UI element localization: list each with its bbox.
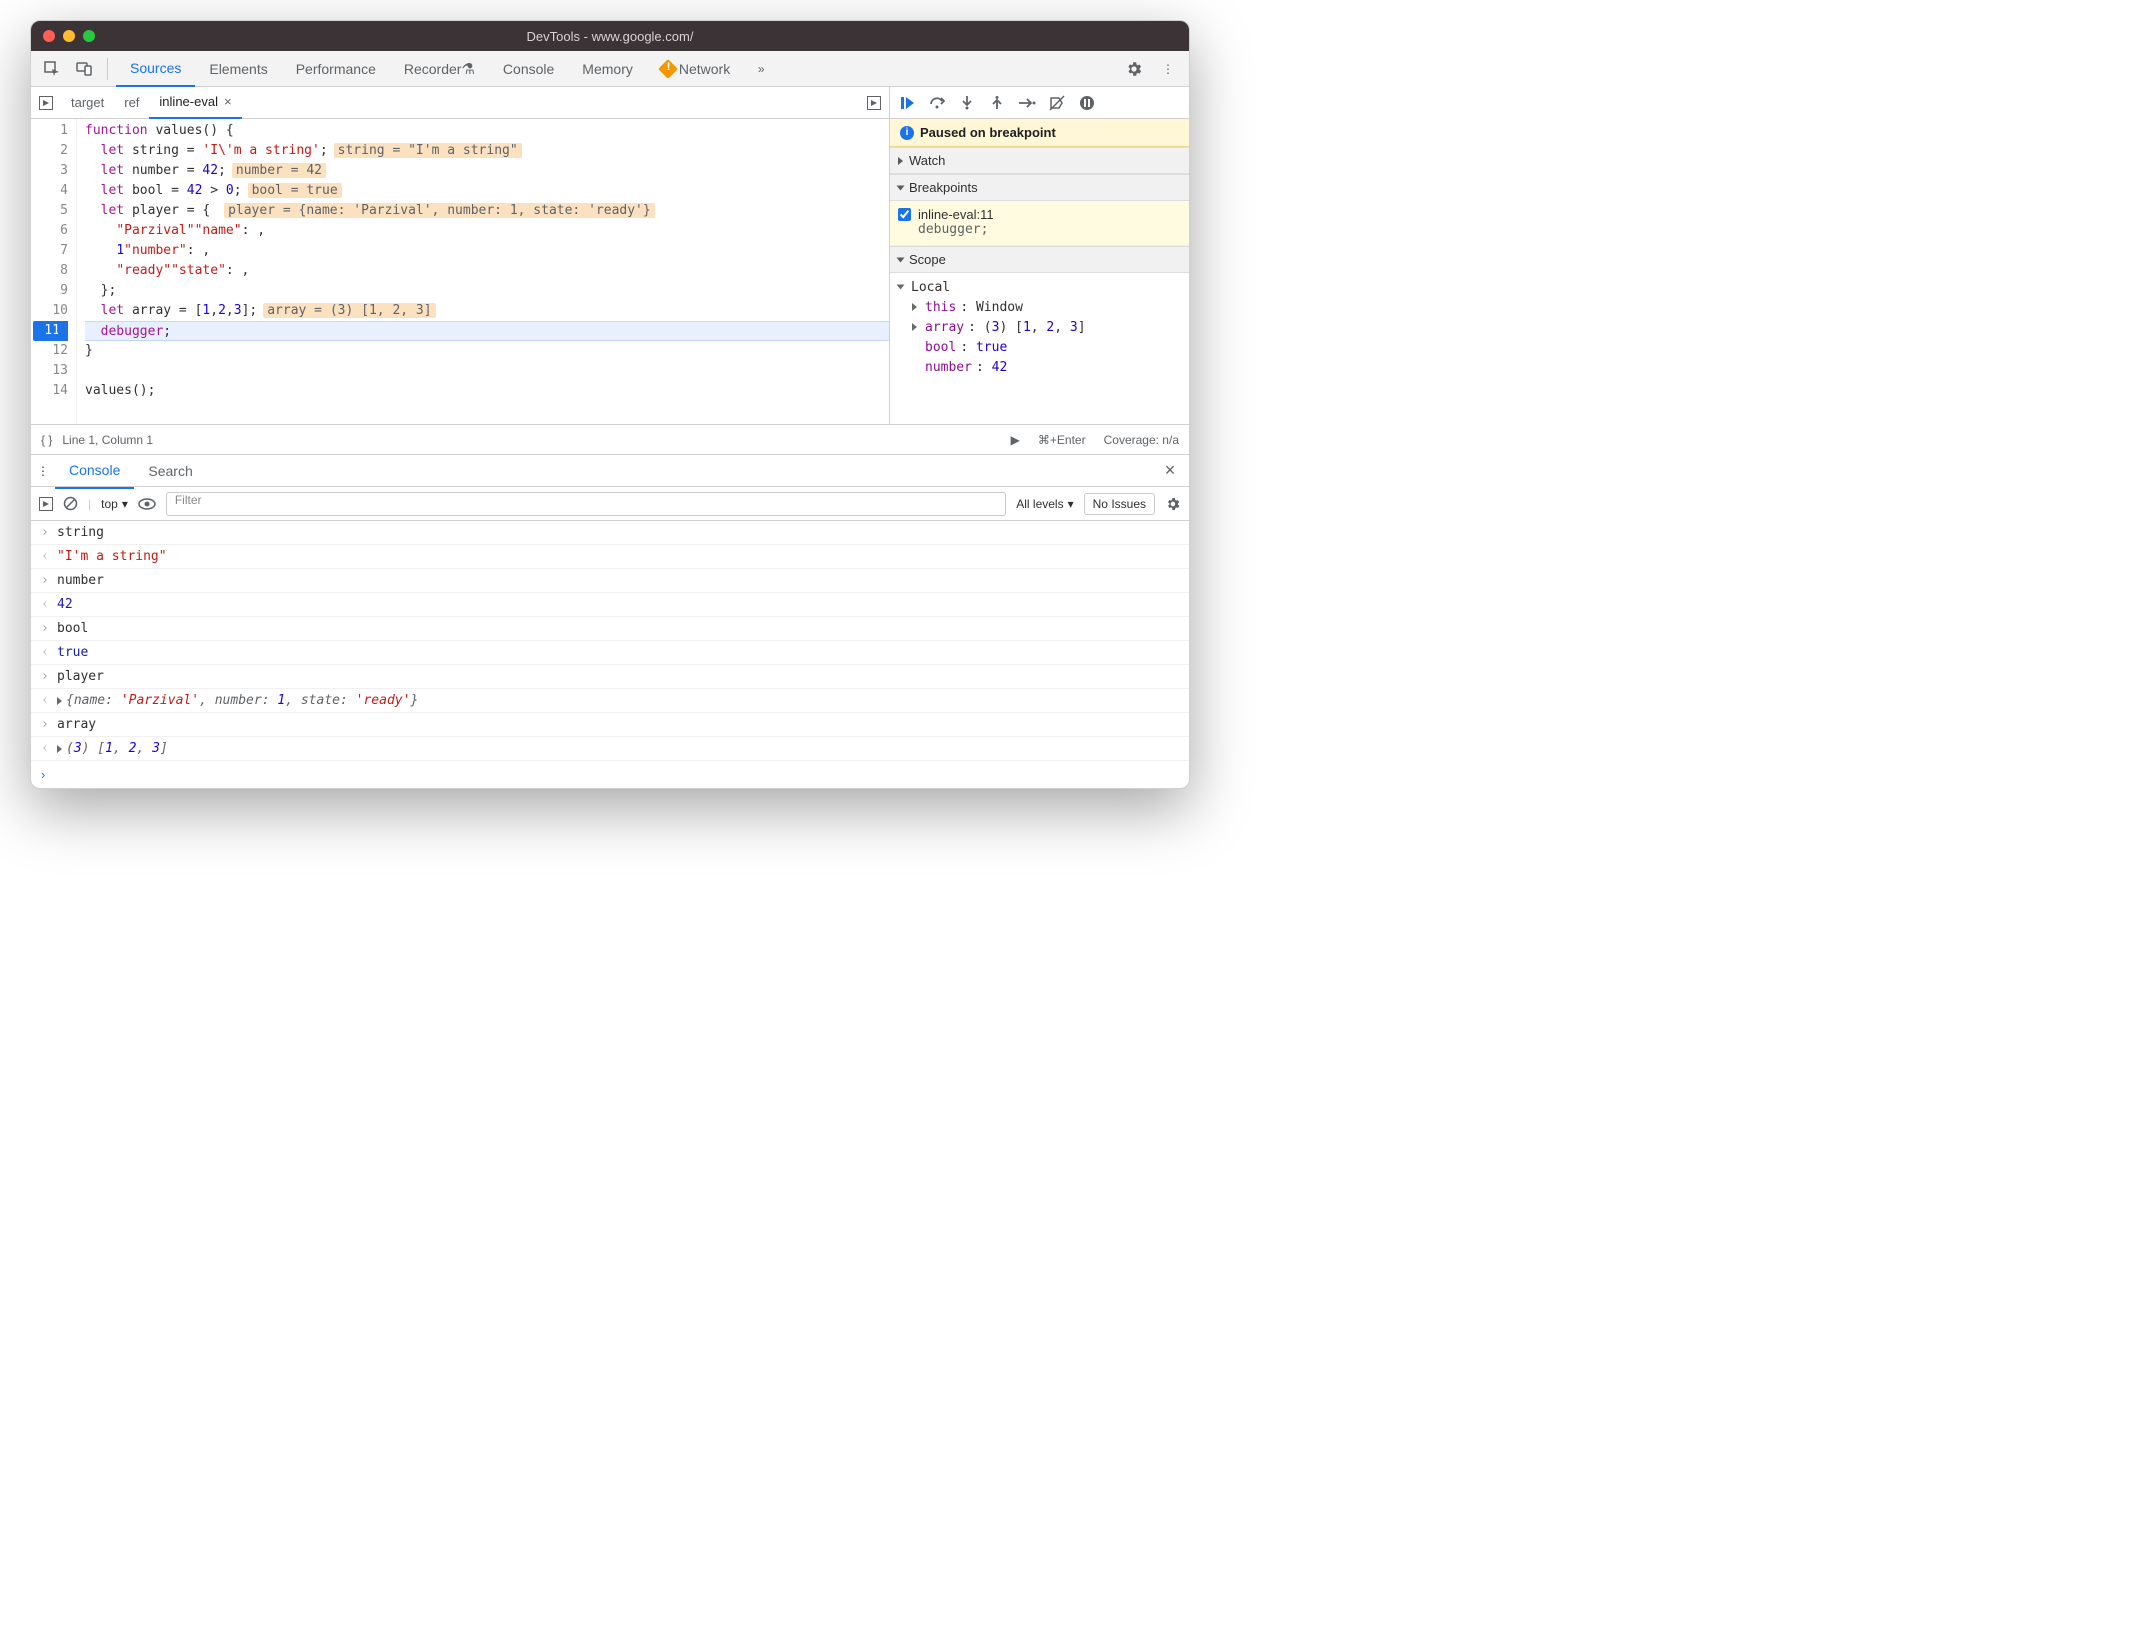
breakpoint-checkbox[interactable] (898, 208, 911, 221)
issues-button[interactable]: No Issues (1084, 493, 1155, 515)
console-row: true (31, 641, 1189, 665)
breakpoints-pane-header[interactable]: Breakpoints (890, 174, 1189, 201)
debugger-sidebar: i Paused on breakpoint Watch Breakpoints… (889, 119, 1189, 424)
show-navigator-icon[interactable] (39, 96, 53, 110)
watch-pane-header[interactable]: Watch (890, 147, 1189, 174)
file-tab-target[interactable]: target (61, 87, 114, 119)
scope-variable[interactable]: this: Window (898, 297, 1181, 317)
scope-local-header[interactable]: Local (898, 277, 1181, 297)
inspect-icon[interactable] (37, 54, 67, 84)
scope-variable[interactable]: array: (3) [1, 2, 3] (898, 317, 1181, 337)
tab-recorder[interactable]: Recorder ⚗ (390, 51, 489, 87)
live-expression-icon[interactable] (138, 498, 156, 510)
drawer-tab-console[interactable]: Console (55, 453, 134, 489)
console-row: 42 (31, 593, 1189, 617)
filter-input[interactable]: Filter (166, 492, 1006, 516)
more-tabs-icon[interactable]: » (746, 54, 776, 84)
braces-icon[interactable]: { } (41, 433, 52, 447)
code-editor[interactable]: 1234567891011121314 function values() { … (31, 119, 889, 424)
warning-icon (658, 59, 678, 79)
step-into-icon[interactable] (956, 92, 978, 114)
drawer-tabs: ⋮ ConsoleSearch × (31, 455, 1189, 487)
close-icon[interactable]: × (224, 94, 232, 109)
step-icon[interactable] (1016, 92, 1038, 114)
tab-sources[interactable]: Sources (116, 51, 195, 87)
pause-exceptions-icon[interactable] (1076, 92, 1098, 114)
console-row: {name: 'Parzival', number: 1, state: 're… (31, 689, 1189, 713)
device-toolbar-icon[interactable] (69, 54, 99, 84)
console-row: bool (31, 617, 1189, 641)
editor-file-tabs: targetrefinline-eval× (31, 87, 889, 118)
kebab-menu-icon[interactable]: ⋮ (1153, 54, 1183, 84)
console-output[interactable]: string"I'm a string"number42booltrueplay… (31, 521, 1189, 761)
breakpoint-item[interactable]: inline-eval:11 debugger; (890, 201, 1189, 246)
drawer-menu-icon[interactable]: ⋮ (37, 464, 49, 478)
console-row: player (31, 665, 1189, 689)
editor-statusbar: { } Line 1, Column 1 ▶ ⌘+Enter Coverage:… (31, 425, 1189, 455)
scope-variable[interactable]: number: 42 (898, 357, 1181, 377)
console-row: array (31, 713, 1189, 737)
run-snippet-icon[interactable]: ▶ (1011, 433, 1020, 447)
info-icon: i (900, 126, 914, 140)
coverage-label: Coverage: n/a (1104, 433, 1179, 447)
window-title: DevTools - www.google.com/ (31, 29, 1189, 44)
tab-performance[interactable]: Performance (282, 51, 390, 87)
settings-icon[interactable] (1119, 54, 1149, 84)
console-prompt[interactable] (31, 761, 1189, 788)
tab-memory[interactable]: Memory (568, 51, 647, 87)
tab-elements[interactable]: Elements (195, 51, 281, 87)
breakpoint-code: debugger; (918, 222, 1179, 237)
paused-banner: i Paused on breakpoint (890, 119, 1189, 147)
drawer-close-icon[interactable]: × (1157, 460, 1183, 481)
window-titlebar: DevTools - www.google.com/ (31, 21, 1189, 51)
drawer-tab-search[interactable]: Search (134, 453, 206, 489)
console-row: "I'm a string" (31, 545, 1189, 569)
more-files-icon[interactable] (867, 96, 881, 110)
tab-network[interactable]: Network (647, 51, 744, 87)
step-out-icon[interactable] (986, 92, 1008, 114)
debugger-toolbar (889, 87, 1189, 118)
scope-pane-header[interactable]: Scope (890, 246, 1189, 273)
console-sidebar-icon[interactable] (39, 497, 53, 511)
run-shortcut-label: ⌘+Enter (1038, 433, 1086, 447)
file-tab-inline-eval[interactable]: inline-eval× (149, 87, 241, 119)
deactivate-breakpoints-icon[interactable] (1046, 92, 1068, 114)
file-tab-ref[interactable]: ref (114, 87, 149, 119)
cursor-position: Line 1, Column 1 (62, 433, 153, 447)
clear-console-icon[interactable] (63, 496, 78, 511)
breakpoint-location: inline-eval:11 (918, 207, 1179, 222)
levels-selector[interactable]: All levels ▾ (1016, 497, 1073, 511)
console-row: number (31, 569, 1189, 593)
step-over-icon[interactable] (926, 92, 948, 114)
tab-console[interactable]: Console (489, 51, 568, 87)
console-toolbar: | top ▾ Filter All levels ▾ No Issues (31, 487, 1189, 521)
scope-variable[interactable]: bool: true (898, 337, 1181, 357)
resume-icon[interactable] (896, 92, 918, 114)
main-toolbar: SourcesElementsPerformanceRecorder ⚗Cons… (31, 51, 1189, 87)
console-row: string (31, 521, 1189, 545)
console-settings-icon[interactable] (1165, 496, 1181, 512)
console-row: (3) [1, 2, 3] (31, 737, 1189, 761)
context-selector[interactable]: top ▾ (101, 497, 128, 511)
